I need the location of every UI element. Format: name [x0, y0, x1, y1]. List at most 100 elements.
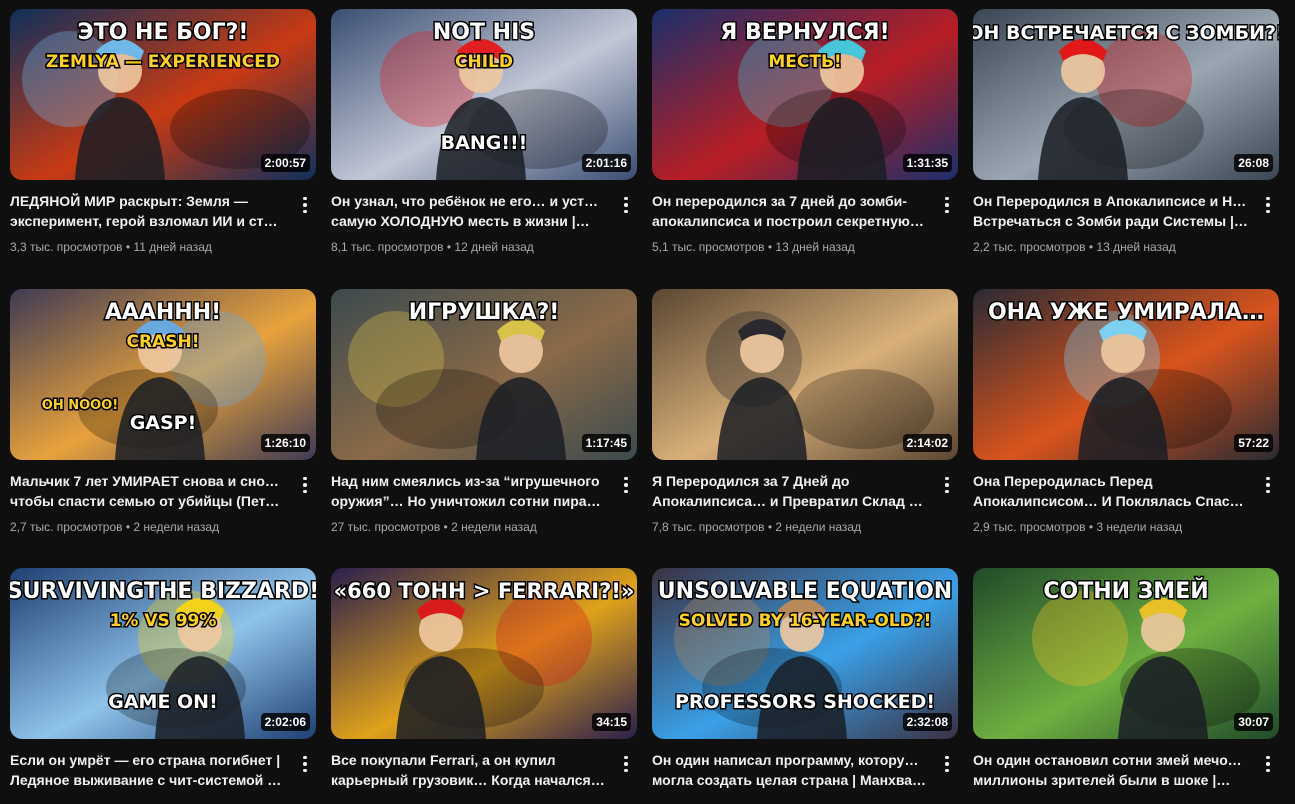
video-title[interactable]: Все покупали Ferrari, а он купил карьерны…	[331, 750, 606, 790]
more-actions-icon[interactable]	[1257, 194, 1279, 216]
video-card[interactable]: ЭТО НЕ БОГ?! ZEMLYA — EXPERIENCED 2:00:57 Л…	[10, 9, 316, 259]
kebab-dot	[1266, 755, 1270, 760]
video-card[interactable]: NOT HIS CHILD BANG!!! 2:01:16 Он узнал, что …	[331, 9, 637, 259]
video-card[interactable]: ОН ВСТРЕЧАЕТСЯ С ЗОМБИ?! 26:08 Он Перероди…	[973, 9, 1279, 259]
video-thumbnail[interactable]: ОНА УЖЕ УМИРАЛА… 57:22	[973, 289, 1279, 460]
upload-age: 2 недели назад	[133, 520, 220, 534]
kebab-dot	[303, 483, 307, 487]
video-metadata: 3,3 тыс. просмотров • 11 дней назад	[10, 239, 212, 255]
upload-age: 11 дней назад	[133, 240, 212, 254]
video-title-line: Апокалипсиса… и Превратил Склад в…	[652, 493, 927, 509]
meta-separator: •	[764, 520, 776, 534]
kebab-dot	[1266, 476, 1270, 481]
more-actions-icon[interactable]	[294, 474, 316, 496]
view-count: 7,8 тыс. просмотров	[652, 520, 765, 534]
video-card[interactable]: «660 ТОНН > FERRARI?!» 34:15 Все покупали …	[331, 568, 637, 804]
kebab-dot	[624, 762, 628, 766]
upload-age: 13 дней назад	[775, 240, 855, 254]
video-card[interactable]: ОНА УЖЕ УМИРАЛА… 57:22 Она Переродилась Пе…	[973, 289, 1279, 539]
video-thumbnail[interactable]: NOT HIS CHILD BANG!!! 2:01:16	[331, 9, 637, 180]
kebab-dot	[945, 483, 949, 487]
video-title[interactable]: Если он умрёт — его страна погибнет | Лед…	[10, 750, 285, 790]
video-title[interactable]: Он Переродился в Апокалипсисе и Начал Вст…	[973, 191, 1248, 231]
video-duration: 26:08	[1234, 154, 1273, 172]
video-title-line: Над ним смеялись из-за “игрушечного	[331, 473, 600, 489]
thumbnail-caption: PROFESSORS SHOCKED!	[675, 691, 935, 713]
video-card[interactable]: ИГРУШКА?! 1:17:45 Над ним смеялись из-за “…	[331, 289, 637, 539]
kebab-dot	[945, 755, 949, 760]
video-title-line: эксперимент, герой взломал ИИ и стал…	[10, 213, 285, 229]
video-thumbnail[interactable]: AAAHHH! CRASH! GASP! OH NOOO! 1:26:10	[10, 289, 316, 460]
more-actions-icon[interactable]	[615, 474, 637, 496]
video-thumbnail[interactable]: Я ВЕРНУЛСЯ! МЕСТЬ! 1:31:35	[652, 9, 958, 180]
kebab-dot	[303, 762, 307, 766]
view-count: 5,1 тыс. просмотров	[652, 240, 765, 254]
video-card[interactable]: SURVIVINGTHE BIZZARD! 1% VS 99% GAME ON! 2:…	[10, 568, 316, 804]
video-thumbnail[interactable]: UNSOLVABLE EQUATION SOLVED BY 16-YEAR-OLD…	[652, 568, 958, 739]
video-thumbnail[interactable]: «660 ТОНН > FERRARI?!» 34:15	[331, 568, 637, 739]
thumbnail-caption: СОТНИ ЗМЕЙ	[1043, 578, 1208, 604]
more-actions-icon[interactable]	[615, 194, 637, 216]
video-thumbnail[interactable]: ИГРУШКА?! 1:17:45	[331, 289, 637, 460]
video-thumbnail[interactable]: ОН ВСТРЕЧАЕТСЯ С ЗОМБИ?! 26:08	[973, 9, 1279, 180]
kebab-dot	[624, 489, 628, 494]
video-title-line: Он Переродился в Апокалипсисе и Начал	[973, 193, 1248, 209]
view-count: 8,1 тыс. просмотров	[331, 240, 444, 254]
video-title[interactable]: ЛЕДЯНОЙ МИР раскрыт: Земля — эксперимент,…	[10, 191, 285, 231]
thumbnail-art: ОНА УЖЕ УМИРАЛА…	[973, 289, 1279, 460]
kebab-dot	[624, 483, 628, 487]
more-actions-icon[interactable]	[294, 753, 316, 775]
video-metadata: 8,1 тыс. просмотров • 12 дней назад	[331, 239, 534, 255]
kebab-dot	[1266, 762, 1270, 766]
video-card[interactable]: AAAHHH! CRASH! GASP! OH NOOO! 1:26:10 Мальчик…	[10, 289, 316, 539]
more-actions-icon[interactable]	[936, 194, 958, 216]
video-title[interactable]: Она Переродилась Перед Апокалипсисом… И П…	[973, 471, 1248, 511]
video-title[interactable]: Он узнал, что ребёнок не его… и устроил с…	[331, 191, 606, 231]
video-duration: 1:17:45	[581, 434, 631, 452]
thumbnail-caption: ZEMLYA — EXPERIENCED	[46, 52, 280, 72]
kebab-dot	[624, 768, 628, 773]
view-count: 2,9 тыс. просмотров	[973, 520, 1086, 534]
video-duration: 1:31:35	[902, 154, 952, 172]
video-thumbnail[interactable]: ЭТО НЕ БОГ?! ZEMLYA — EXPERIENCED 2:00:57	[10, 9, 316, 180]
video-thumbnail[interactable]: SURVIVINGTHE BIZZARD! 1% VS 99% GAME ON! 2:…	[10, 568, 316, 739]
upload-age: 2 недели назад	[451, 520, 537, 534]
video-thumbnail[interactable]: 2:14:02	[652, 289, 958, 460]
video-thumbnail[interactable]: СОТНИ ЗМЕЙ 30:07	[973, 568, 1279, 739]
thumbnail-art: «660 ТОНН > FERRARI?!»	[331, 568, 637, 739]
video-card[interactable]: СОТНИ ЗМЕЙ 30:07 Он один остановил сотни з…	[973, 568, 1279, 804]
video-title[interactable]: Я Переродился за 7 Дней до Апокалипсиса… …	[652, 471, 927, 511]
video-duration: 57:22	[1234, 434, 1273, 452]
more-actions-icon[interactable]	[936, 474, 958, 496]
meta-separator: •	[443, 240, 455, 254]
upload-age: 3 недели назад	[1096, 520, 1183, 534]
kebab-dot	[1266, 768, 1270, 773]
thumbnail-glow	[1032, 590, 1128, 686]
video-title-line: Он один написал программу, которую не	[652, 752, 927, 768]
video-title[interactable]: Он один остановил сотни змей мечом — милл…	[973, 750, 1248, 790]
video-card[interactable]: 2:14:02 Я Переродился за 7 Дней до Апокали…	[652, 289, 958, 539]
meta-separator: •	[122, 520, 134, 534]
thumbnail-caption: OH NOOO!	[42, 398, 118, 413]
thumbnail-caption: AAAHHH!	[105, 300, 221, 325]
video-card[interactable]: Я ВЕРНУЛСЯ! МЕСТЬ! 1:31:35 Он переродился з…	[652, 9, 958, 259]
more-actions-icon[interactable]	[1257, 474, 1279, 496]
kebab-dot	[624, 755, 628, 760]
video-title[interactable]: Над ним смеялись из-за “игрушечного оружи…	[331, 471, 606, 511]
kebab-dot	[945, 768, 949, 773]
video-duration: 2:32:08	[902, 713, 952, 731]
thumbnail-caption: SURVIVINGTHE BIZZARD!	[10, 579, 316, 604]
video-duration: 34:15	[592, 713, 631, 731]
thumbnail-art: ОН ВСТРЕЧАЕТСЯ С ЗОМБИ?!	[973, 9, 1279, 180]
video-title[interactable]: Он один написал программу, которую не мог…	[652, 750, 927, 790]
video-title[interactable]: Он переродился за 7 дней до зомби-апокал…	[652, 191, 927, 231]
more-actions-icon[interactable]	[615, 753, 637, 775]
more-actions-icon[interactable]	[294, 194, 316, 216]
video-card[interactable]: UNSOLVABLE EQUATION SOLVED BY 16-YEAR-OLD…	[652, 568, 958, 804]
video-title[interactable]: Мальчик 7 лет УМИРАЕТ снова и снова… чтоб…	[10, 471, 285, 511]
video-title-line: Мальчик 7 лет УМИРАЕТ снова и снова…	[10, 473, 285, 489]
more-actions-icon[interactable]	[1257, 753, 1279, 775]
video-title-line: Встречаться с Зомби ради Системы |…	[973, 213, 1248, 229]
thumbnail-caption: BANG!!!	[441, 132, 528, 154]
more-actions-icon[interactable]	[936, 753, 958, 775]
